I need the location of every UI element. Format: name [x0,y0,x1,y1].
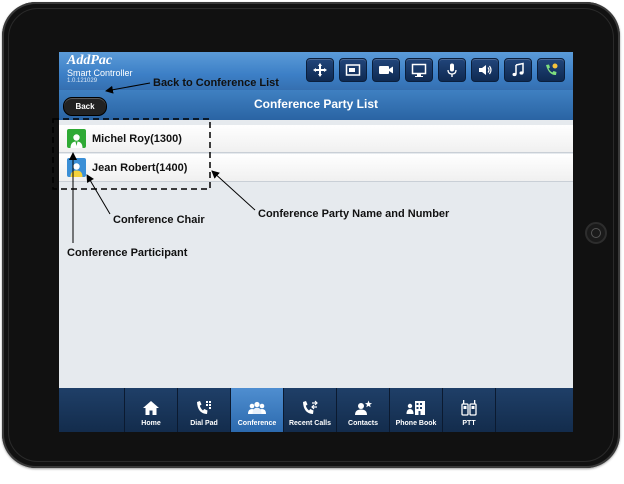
callout-chair: Conference Chair [113,214,205,226]
callout-party: Conference Party Name and Number [258,208,450,220]
highlight-box [52,118,211,190]
annotation-overlay [52,82,256,243]
arrow-chair [86,174,111,215]
arrow-back [105,82,151,94]
arrow-party [211,170,256,211]
callout-back: Back to Conference List [153,77,279,89]
callout-participant: Conference Participant [67,247,188,259]
